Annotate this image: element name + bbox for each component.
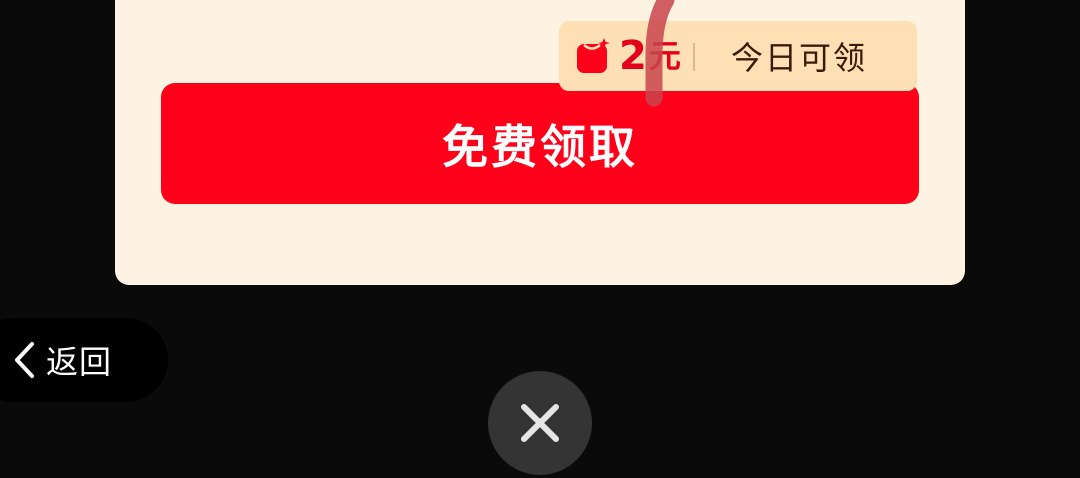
annotation-scribble: [645, 0, 675, 107]
close-button[interactable]: [488, 371, 592, 475]
chevron-left-icon: [15, 342, 34, 378]
back-label: 返回: [46, 343, 113, 381]
reward-tag: 2 元 今日可领: [559, 21, 917, 91]
reward-tag-label: 今日可领: [731, 39, 868, 77]
claim-free-button[interactable]: 免费领取: [161, 83, 919, 204]
close-icon: [521, 404, 559, 442]
red-pouch-icon: [577, 38, 610, 73]
tag-divider: [693, 43, 695, 71]
screen: 免费领取 2 元 今日可领 返回: [0, 0, 1080, 478]
back-button[interactable]: 返回: [0, 318, 168, 402]
